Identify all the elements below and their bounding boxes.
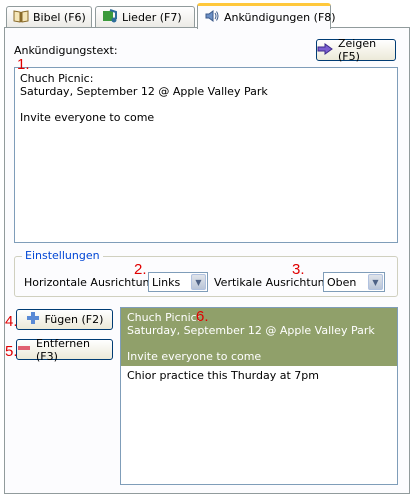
announcement-textarea[interactable]: Chuch Picnic: Saturday, September 12 @ A… [14,67,398,243]
minus-icon [17,341,31,358]
chevron-down-icon[interactable]: ▼ [368,274,383,290]
show-button[interactable]: Zeigen (F5) [316,37,396,63]
plus-icon [26,311,40,328]
tab-ankuendigungen[interactable]: Ankündigungen (F8) [197,3,336,29]
marker-1: 1. [17,56,30,73]
vertical-alignment-label: Vertikale Ausrichtung: [214,276,336,289]
marker-2: 2. [134,261,147,278]
announcement-text-value: Chuch Picnic: Saturday, September 12 @ A… [20,72,268,124]
speaker-icon [204,9,220,26]
announcement-list[interactable]: Chuch Picnic: Saturday, September 12 @ A… [120,307,398,485]
show-button-label: Zeigen (F5) [338,37,377,63]
tab-bibel-label: Bibel (F6) [33,10,86,24]
settings-title: Einstellungen [22,249,103,262]
remove-button-label: Entfernen (F3) [36,336,90,363]
horizontal-alignment-select[interactable]: Links ▼ [148,272,208,292]
list-item[interactable]: Chuch Picnic: Saturday, September 12 @ A… [121,308,397,366]
marker-4: 4. [5,313,18,330]
announcement-text-label: Ankündigungstext: [14,44,118,57]
vertical-alignment-value: Oben [327,275,357,289]
tab-ankuendigungen-label: Ankündigungen (F8) [224,11,336,24]
tab-bibel[interactable]: Bibel (F6) [6,6,92,27]
list-item[interactable]: Chior practice this Thurday at 7pm [121,366,397,385]
tab-lieder-label: Lieder (F7) [122,10,182,24]
tab-lieder[interactable]: Lieder (F7) [95,6,195,27]
arrow-right-icon [317,42,333,58]
add-button[interactable]: Fügen (F2) [16,309,113,330]
tab-strip: Bibel (F6) Lieder (F7) Ankündigungen (F8… [4,3,412,29]
marker-6: 6. [196,308,209,325]
book-icon [13,9,29,26]
marker-3: 3. [292,261,305,278]
horizontal-alignment-value: Links [152,275,181,289]
add-button-label: Fügen (F2) [44,313,104,326]
chevron-down-icon[interactable]: ▼ [191,274,206,290]
marker-5: 5. [5,343,18,360]
music-icon [102,8,118,26]
remove-button[interactable]: Entfernen (F3) [16,336,113,363]
vertical-alignment-select[interactable]: Oben ▼ [323,272,385,292]
